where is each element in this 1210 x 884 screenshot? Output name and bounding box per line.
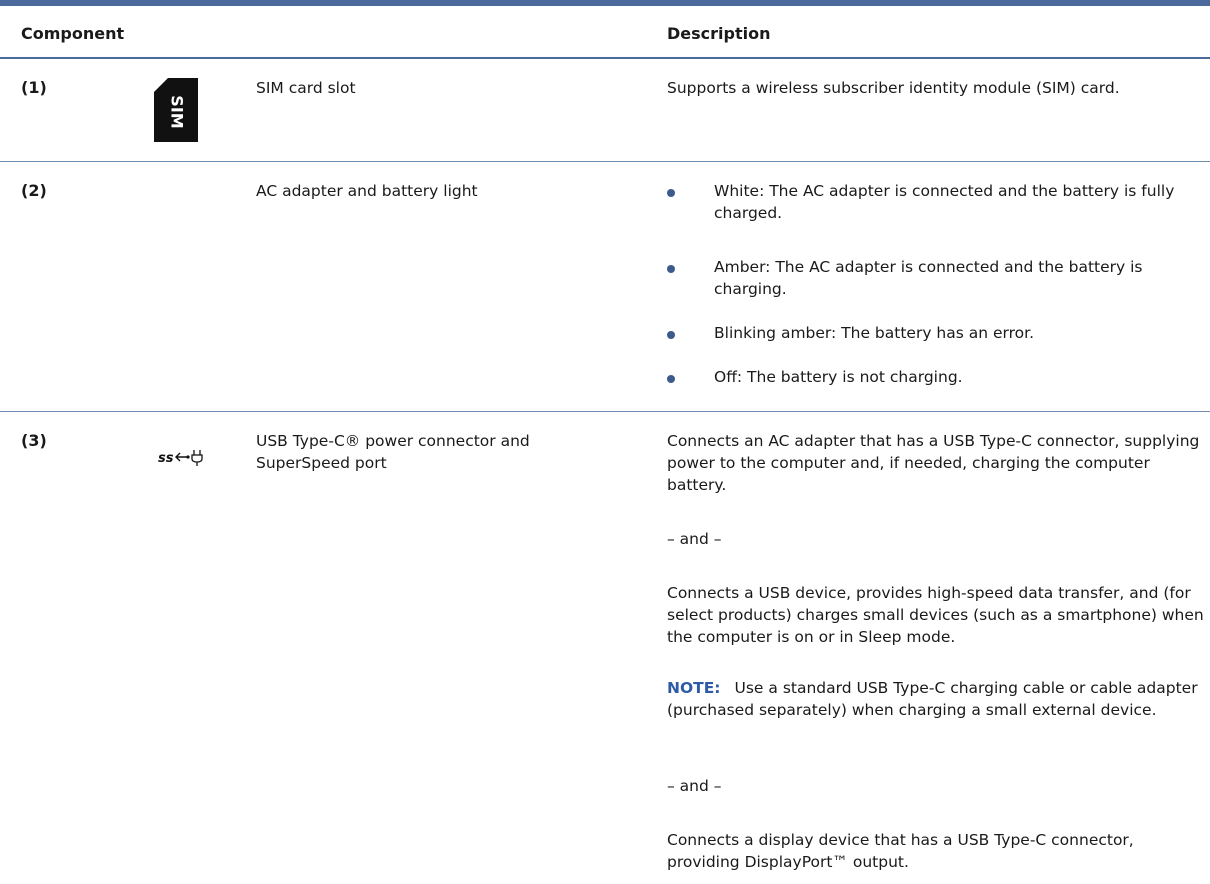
bullet-icon <box>667 265 675 273</box>
row-divider <box>0 411 1210 412</box>
row-number: (1) <box>21 78 47 97</box>
column-header-description: Description <box>667 24 771 43</box>
component-name: USB Type-C® power connector and SuperSpe… <box>256 432 530 472</box>
bullet-icon <box>667 189 675 197</box>
component-description: Connects a USB device, provides high-spe… <box>667 584 1204 646</box>
component-description: Supports a wireless subscriber identity … <box>667 79 1120 97</box>
bullet-icon <box>667 331 675 339</box>
note-text: Use a standard USB Type-C charging cable… <box>667 679 1198 719</box>
bullet-text: Blinking amber: The battery has an error… <box>714 324 1035 342</box>
separator-text: – and – <box>667 530 722 548</box>
column-header-component: Component <box>21 24 125 43</box>
svg-text:SIM: SIM <box>168 95 187 128</box>
table-top-border <box>0 0 1210 6</box>
svg-text:ss: ss <box>158 451 174 466</box>
row-number: (2) <box>21 181 47 200</box>
sim-card-icon: SIM <box>154 78 198 142</box>
row-divider <box>0 161 1210 162</box>
component-description: Connects an AC adapter that has a USB Ty… <box>667 432 1200 494</box>
usb-superspeed-power-icon: ss <box>158 446 204 468</box>
bullet-text: Off: The battery is not charging. <box>714 368 963 386</box>
row-number: (3) <box>21 431 47 450</box>
bullet-icon <box>667 375 675 383</box>
component-name: SIM card slot <box>256 79 356 97</box>
component-description: Connects a display device that has a USB… <box>667 831 1134 871</box>
separator-text: – and – <box>667 777 722 795</box>
bullet-text: White: The AC adapter is connected and t… <box>714 182 1175 222</box>
note: NOTE: Use a standard USB Type-C charging … <box>667 677 1207 721</box>
note-label: NOTE: <box>667 679 721 697</box>
bullet-text: Amber: The AC adapter is connected and t… <box>714 258 1143 298</box>
component-name: AC adapter and battery light <box>256 182 478 200</box>
header-rule <box>0 57 1210 59</box>
